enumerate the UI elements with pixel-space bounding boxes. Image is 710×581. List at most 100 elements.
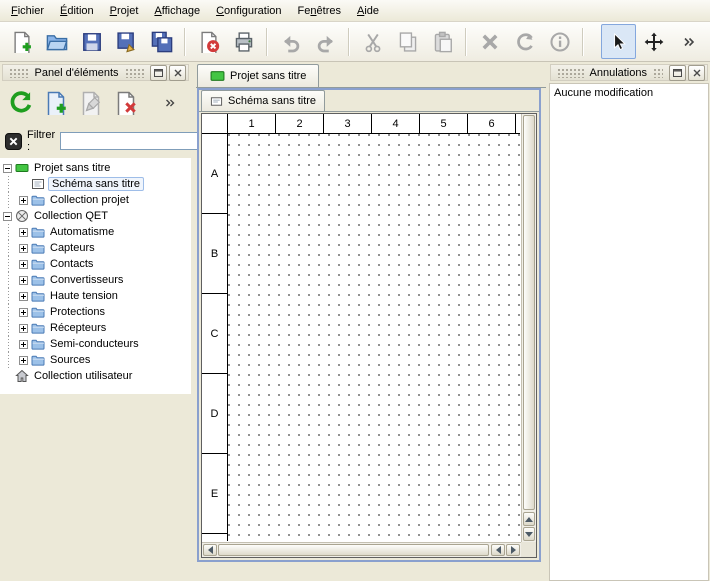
dock-float-button[interactable] [669,65,686,81]
expand-icon[interactable] [19,308,28,317]
arrow-up-icon [525,517,533,522]
schema-tab-label: Schéma sans titre [228,95,316,107]
undo-dock-titlebar[interactable]: Annulations [550,64,708,81]
tree-item-haute-tension[interactable]: Haute tension [0,288,191,304]
elements-panel-titlebar[interactable]: Panel d'éléments [2,64,189,81]
toolbar-separator [266,28,268,56]
row-header: B [202,214,227,294]
copy-button[interactable] [390,24,425,59]
paste-button[interactable] [425,24,460,59]
dock-close-button[interactable] [688,65,705,81]
expand-icon[interactable] [19,340,28,349]
menu-configuration[interactable]: Configuration [208,2,289,20]
elements-panel-toolbar [3,86,188,120]
tree-item-sources[interactable]: Sources [0,352,191,368]
expand-icon[interactable] [19,324,28,333]
dock-close-button[interactable] [169,65,186,81]
undo-history-list[interactable]: Aucune modification [549,83,709,581]
undo-button[interactable] [273,24,308,59]
cut-button[interactable] [355,24,390,59]
expand-icon[interactable] [19,276,28,285]
horizontal-scrollbar[interactable] [202,542,521,557]
horizontal-scrollbar-thumb[interactable] [218,544,489,556]
element-info-button[interactable] [542,24,577,59]
toolbar-extension-button[interactable] [671,24,706,59]
menu-affichage[interactable]: Affichage [146,2,208,20]
clear-filter-button[interactable] [5,133,22,150]
scrollbar-corner [521,542,536,557]
schema-canvas[interactable] [228,134,520,541]
menu-fenetres[interactable]: Fenêtres [290,2,349,20]
row-ruler: A B C D E [202,134,228,541]
select-mode-button[interactable] [601,24,636,59]
column-header: 4 [372,114,420,133]
print-button[interactable] [226,24,261,59]
new-element-button[interactable] [40,87,72,119]
reload-collections-button[interactable] [5,87,37,119]
redo-button[interactable] [308,24,343,59]
scroll-left-button-2[interactable] [491,544,505,556]
tree-item-automatisme[interactable]: Automatisme [0,224,191,240]
menu-aide[interactable]: Aide [349,2,387,20]
tree-item-collection-utilisateur[interactable]: Collection utilisateur [0,368,191,384]
expand-icon[interactable] [19,228,28,237]
menu-projet[interactable]: Projet [102,2,147,20]
rotate-button[interactable] [507,24,542,59]
panel-toolbar-extension-button[interactable] [154,87,186,119]
pan-mode-button[interactable] [636,24,671,59]
save-as-button[interactable] [109,24,144,59]
expand-icon[interactable] [19,356,28,365]
tree-item-collection-projet[interactable]: Collection projet [0,192,191,208]
delete-button[interactable] [472,24,507,59]
tree-item-contacts[interactable]: Contacts [0,256,191,272]
expand-icon[interactable] [19,292,28,301]
scroll-down-button[interactable] [523,527,535,541]
row-header: E [202,454,227,534]
tree-item-project[interactable]: Projet sans titre [0,160,191,176]
edit-element-button[interactable] [75,87,107,119]
schema-icon [31,177,45,191]
open-project-button[interactable] [39,24,74,59]
main-toolbar [0,22,710,62]
tree-item-convertisseurs[interactable]: Convertisseurs [0,272,191,288]
new-document-button[interactable] [4,24,39,59]
folder-icon [31,305,45,319]
tree-item-recepteurs[interactable]: Récepteurs [0,320,191,336]
undo-empty-text: Aucune modification [550,84,708,102]
save-all-button[interactable] [144,24,179,59]
save-button[interactable] [74,24,109,59]
close-icon [693,69,701,77]
dock-float-button[interactable] [150,65,167,81]
scroll-left-button[interactable] [203,544,217,556]
folder-icon [31,321,45,335]
menu-fichier[interactable]: Fichier [3,2,52,20]
vertical-scrollbar-thumb[interactable] [523,115,535,510]
undo-icon [280,31,302,53]
expand-icon[interactable] [19,196,28,205]
tree-item-semi-conducteurs[interactable]: Semi-conducteurs [0,336,191,352]
delete-element-button[interactable] [110,87,142,119]
expand-icon[interactable] [19,260,28,269]
close-file-button[interactable] [191,24,226,59]
tab-schema[interactable]: Schéma sans titre [201,90,325,111]
vertical-scrollbar[interactable] [521,114,536,542]
expand-icon[interactable] [19,244,28,253]
column-header-fill [516,114,520,133]
collapse-icon[interactable] [3,164,12,173]
tree-item-capteurs[interactable]: Capteurs [0,240,191,256]
tree-item-collection-qet[interactable]: Collection QET [0,208,191,224]
scroll-right-button[interactable] [506,544,520,556]
clear-filter-icon [5,133,22,150]
tree-item-schema[interactable]: Schéma sans titre [0,176,191,192]
reload-icon [8,90,34,116]
menu-edition[interactable]: Édition [52,2,102,20]
scroll-up-button[interactable] [523,512,535,526]
tab-project[interactable]: Projet sans titre [197,64,319,87]
row-header: C [202,294,227,374]
qet-collection-icon [15,209,29,223]
dock-grip-texture [9,68,28,78]
redo-icon [315,31,337,53]
collapse-icon[interactable] [3,212,12,221]
filter-input[interactable] [60,132,210,150]
tree-item-protections[interactable]: Protections [0,304,191,320]
